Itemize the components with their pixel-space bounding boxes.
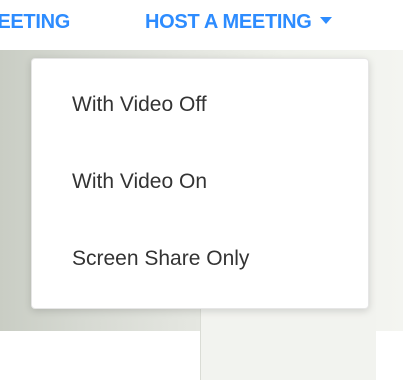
menu-item-screen-share-only[interactable]: Screen Share Only (72, 247, 249, 271)
menu-item-video-off[interactable]: With Video Off (72, 93, 207, 117)
menu-item-video-on[interactable]: With Video On (72, 170, 207, 194)
host-meeting-link[interactable]: HOST A MEETING (145, 11, 332, 34)
caret-down-icon (319, 17, 332, 25)
top-navigation: JOIN A MEETING HOST A MEETING (0, 0, 403, 50)
host-meeting-dropdown: With Video Off With Video On Screen Shar… (31, 58, 369, 309)
join-meeting-link[interactable]: JOIN A MEETING (0, 11, 70, 34)
host-meeting-label: HOST A MEETING (145, 11, 312, 33)
